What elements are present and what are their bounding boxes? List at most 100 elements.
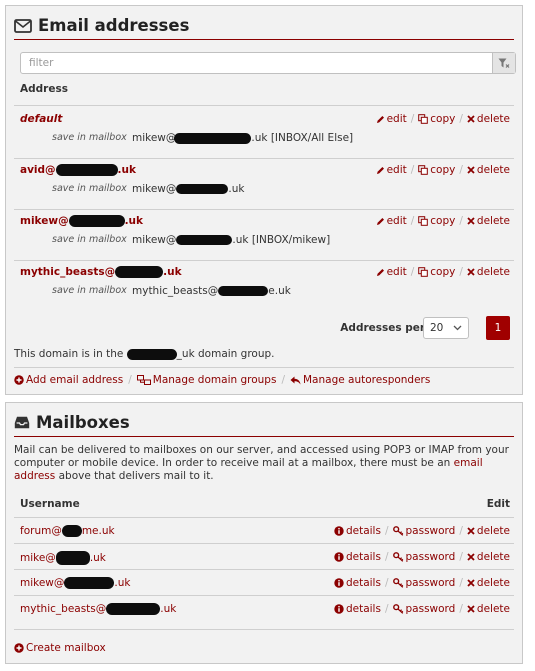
mailbox-row: mythic_beasts@ .uk details / password / d… — [14, 595, 514, 622]
info-icon — [334, 578, 344, 588]
row-actions: edit / copy / delete — [376, 215, 510, 227]
edit-link[interactable]: edit — [376, 266, 407, 278]
chevron-down-icon — [453, 325, 462, 331]
delete-link[interactable]: delete — [467, 215, 510, 227]
filter-clear-icon — [498, 58, 510, 68]
address-name[interactable]: avid@ .uk — [20, 164, 136, 176]
save-in-mailbox-label: save in mailbox — [52, 234, 127, 245]
copy-link[interactable]: copy — [418, 113, 455, 125]
address-name[interactable]: mikew@ .uk — [20, 215, 143, 227]
mailbox-footer-links: Create mailbox — [14, 642, 514, 654]
redaction — [55, 551, 90, 565]
divider — [14, 629, 514, 630]
save-in-mailbox-label: save in mailbox — [52, 132, 127, 143]
redaction — [115, 266, 164, 278]
close-icon — [467, 268, 475, 276]
copy-icon — [418, 267, 429, 277]
per-page-value: 20 — [430, 322, 444, 334]
inbox-icon — [14, 416, 30, 429]
close-icon — [467, 605, 475, 613]
column-header-username: Username — [20, 498, 80, 510]
password-link[interactable]: password — [392, 551, 455, 563]
info-icon — [334, 604, 344, 614]
redaction — [61, 525, 82, 537]
pencil-icon — [376, 115, 384, 123]
redaction — [68, 215, 125, 227]
mailbox-actions: details / password / delete — [334, 603, 510, 615]
redaction — [176, 184, 229, 194]
redaction — [55, 164, 118, 176]
info-icon — [334, 552, 344, 562]
key-icon — [392, 526, 403, 536]
email-addresses-title: Email addresses — [14, 12, 514, 40]
plus-circle-icon — [14, 643, 24, 653]
filter-input[interactable] — [21, 53, 489, 73]
page-button-current[interactable]: 1 — [486, 316, 510, 340]
mailbox-username[interactable]: mythic_beasts@ .uk — [20, 603, 176, 615]
details-link[interactable]: details — [334, 603, 381, 615]
filter-box — [20, 52, 516, 74]
mailbox-username[interactable]: forum@ me.uk — [20, 525, 115, 537]
reply-icon — [290, 376, 301, 384]
email-addresses-panel: Email addresses Address default save in … — [5, 5, 523, 395]
edit-link[interactable]: edit — [376, 215, 407, 227]
mailbox-actions: details / password / delete — [334, 551, 510, 563]
password-link[interactable]: password — [392, 603, 455, 615]
mailboxes-title: Mailboxes — [14, 409, 514, 437]
close-icon — [467, 115, 475, 123]
close-icon — [467, 166, 475, 174]
panel-title-text: Email addresses — [38, 16, 190, 35]
delete-link[interactable]: delete — [467, 266, 510, 278]
address-name[interactable]: default — [20, 113, 62, 125]
close-icon — [467, 553, 475, 561]
delete-link[interactable]: delete — [467, 603, 510, 615]
address-name[interactable]: mythic_beasts@ .uk — [20, 266, 182, 278]
clear-filter-button[interactable] — [492, 53, 515, 73]
copy-link[interactable]: copy — [418, 266, 455, 278]
divider — [14, 260, 514, 261]
key-icon — [392, 578, 403, 588]
mailbox-row: mikew@ .uk details / password / delete — [14, 569, 514, 596]
mailbox-username[interactable]: mike@ .uk — [20, 551, 106, 565]
key-icon — [392, 604, 403, 614]
details-link[interactable]: details — [334, 551, 381, 563]
copy-icon — [418, 114, 429, 124]
close-icon — [467, 527, 475, 535]
manage-autoresponders-link[interactable]: Manage autoresponders — [290, 374, 430, 386]
manage-domain-groups-link[interactable]: Manage domain groups — [136, 374, 276, 386]
address-row: mythic_beasts@ .uk save in mailbox mythic… — [14, 266, 514, 308]
password-link[interactable]: password — [392, 525, 455, 537]
add-email-address-link[interactable]: Add email address — [14, 374, 123, 386]
address-footer-links: Add email address / Manage domain groups… — [14, 374, 514, 386]
delete-link[interactable]: delete — [467, 577, 510, 589]
copy-icon — [418, 216, 429, 226]
edit-link[interactable]: edit — [376, 113, 407, 125]
edit-link[interactable]: edit — [376, 164, 407, 176]
divider — [14, 158, 514, 159]
close-icon — [467, 579, 475, 587]
save-in-mailbox-label: save in mailbox — [52, 183, 127, 194]
mailbox-target: mikew@ .uk — [132, 183, 245, 195]
per-page-select[interactable]: 20 — [423, 317, 469, 339]
delete-link[interactable]: delete — [467, 164, 510, 176]
delete-link[interactable]: delete — [467, 113, 510, 125]
mailbox-username[interactable]: mikew@ .uk — [20, 577, 130, 589]
divider — [14, 105, 514, 106]
mailboxes-panel: Mailboxes Mail can be delivered to mailb… — [5, 402, 523, 664]
pencil-icon — [376, 268, 384, 276]
redaction — [174, 132, 252, 144]
delete-link[interactable]: delete — [467, 525, 510, 537]
address-row: mikew@ .uk save in mailbox mikew@ .uk [INB… — [14, 215, 514, 257]
delete-link[interactable]: delete — [467, 551, 510, 563]
password-link[interactable]: password — [392, 577, 455, 589]
pencil-icon — [376, 217, 384, 225]
column-header-address: Address — [20, 83, 68, 95]
key-icon — [392, 552, 403, 562]
details-link[interactable]: details — [334, 577, 381, 589]
copy-link[interactable]: copy — [418, 215, 455, 227]
copy-link[interactable]: copy — [418, 164, 455, 176]
create-mailbox-link[interactable]: Create mailbox — [14, 642, 106, 654]
envelope-icon — [14, 18, 32, 33]
details-link[interactable]: details — [334, 525, 381, 537]
domain-groups-icon — [136, 375, 151, 385]
